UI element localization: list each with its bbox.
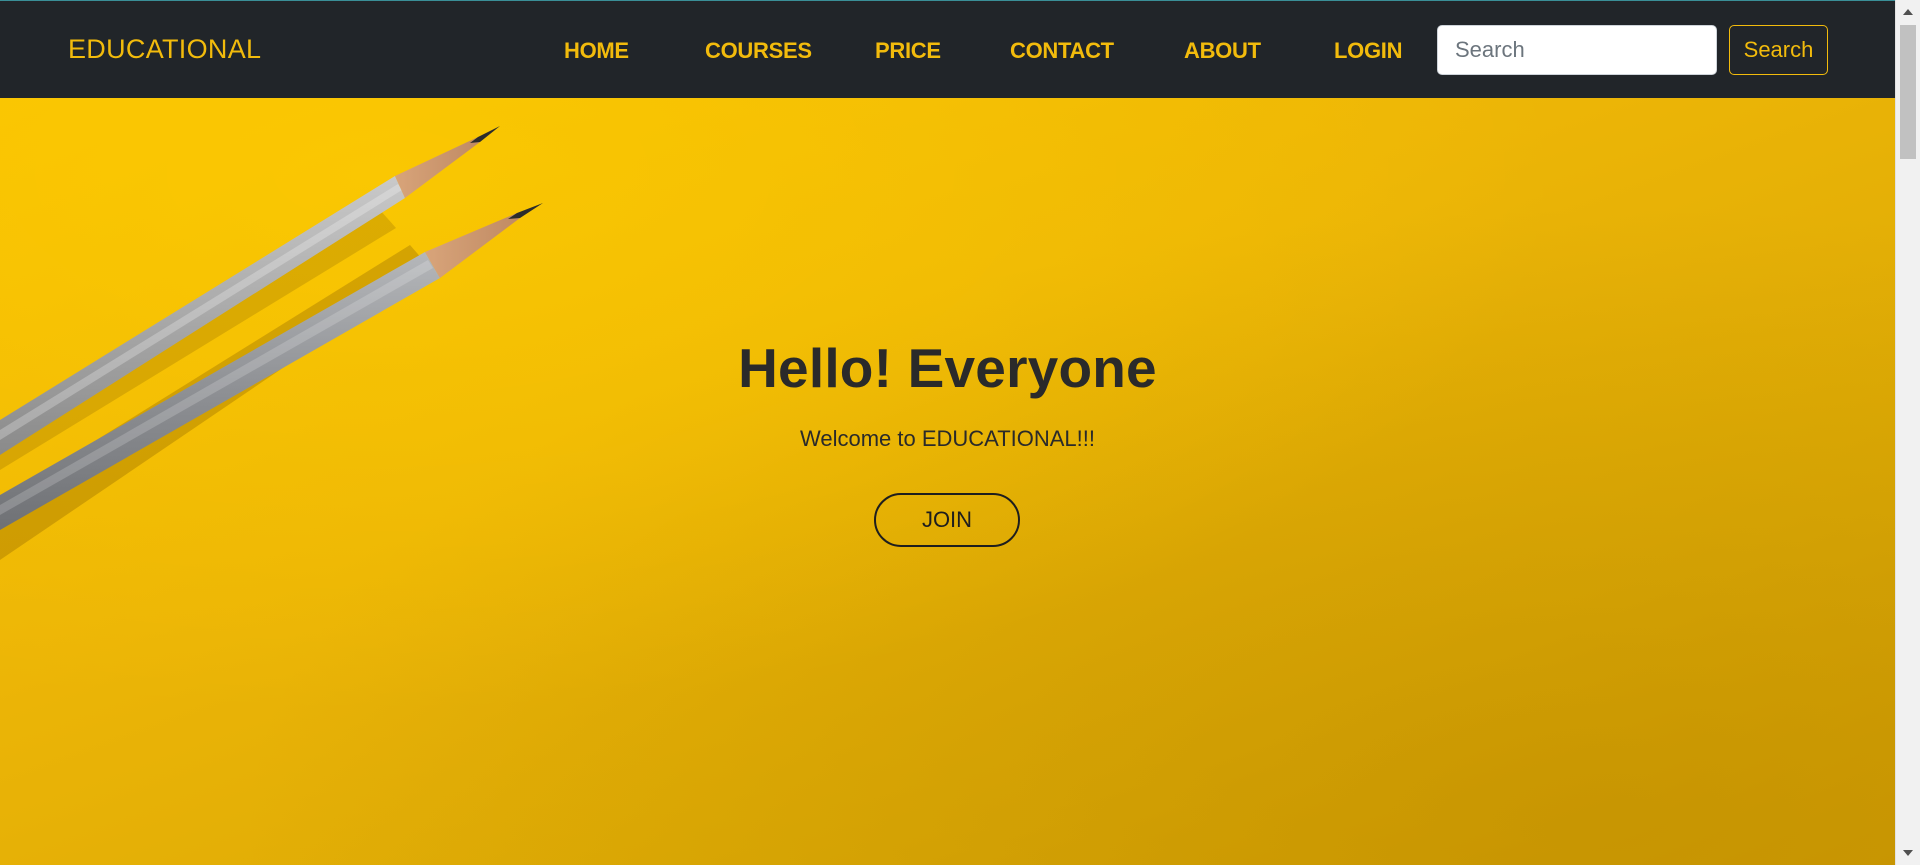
page: EDUCATIONAL HOME COURSES PRICE CONTACT A… bbox=[0, 0, 1920, 865]
join-button[interactable]: JOIN bbox=[874, 493, 1020, 547]
vertical-scrollbar[interactable] bbox=[1895, 0, 1920, 865]
nav-links: HOME COURSES PRICE CONTACT ABOUT LOGIN bbox=[0, 1, 1402, 99]
nav-link-about[interactable]: ABOUT bbox=[1184, 38, 1261, 64]
search-button[interactable]: Search bbox=[1729, 25, 1828, 75]
nav-link-home[interactable]: HOME bbox=[564, 38, 629, 64]
hero-section: Hello! Everyone Welcome to EDUCATIONAL!!… bbox=[0, 98, 1895, 865]
nav-link-contact[interactable]: CONTACT bbox=[1010, 38, 1114, 64]
nav-link-price[interactable]: PRICE bbox=[875, 38, 941, 64]
nav-link-login[interactable]: LOGIN bbox=[1334, 38, 1402, 64]
scrollbar-thumb[interactable] bbox=[1900, 25, 1916, 159]
nav-link-courses[interactable]: COURSES bbox=[705, 38, 812, 64]
hero-title: Hello! Everyone bbox=[738, 337, 1157, 399]
scroll-up-arrow-icon[interactable] bbox=[1903, 9, 1913, 15]
search-input[interactable] bbox=[1437, 25, 1717, 75]
navbar: EDUCATIONAL HOME COURSES PRICE CONTACT A… bbox=[0, 0, 1895, 98]
scroll-down-arrow-icon[interactable] bbox=[1903, 850, 1913, 856]
hero-subtitle: Welcome to EDUCATIONAL!!! bbox=[799, 426, 1096, 451]
